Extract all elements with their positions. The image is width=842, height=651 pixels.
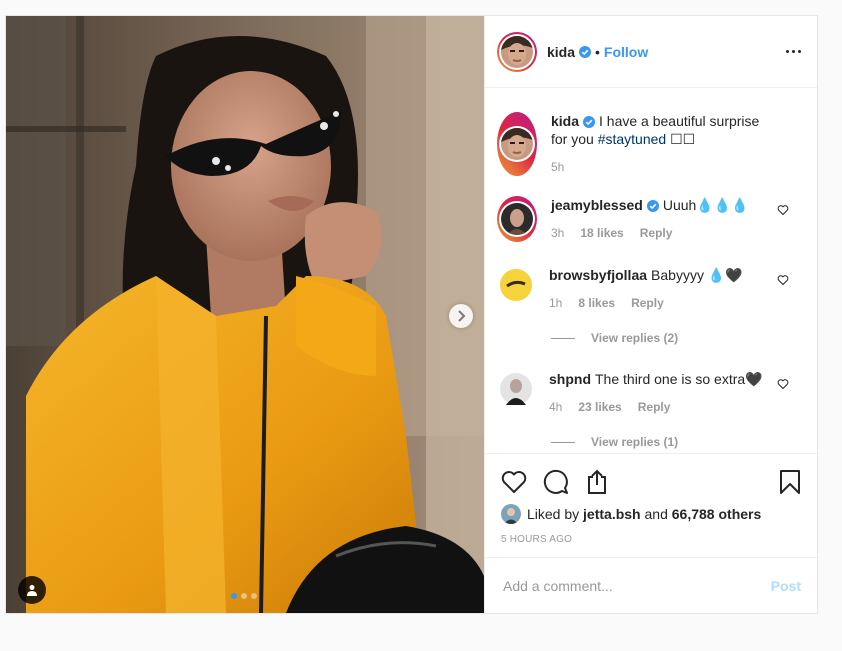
caption-avatar[interactable]: [497, 112, 537, 176]
avatar-image: [500, 269, 532, 301]
bookmark-icon: [780, 470, 800, 494]
comment-avatar[interactable]: [497, 266, 535, 304]
heart-icon[interactable]: [777, 378, 789, 390]
comment-input[interactable]: [501, 576, 771, 595]
more-options-icon[interactable]: [786, 50, 801, 53]
action-bar: [501, 462, 801, 502]
comment-meta: 1h 8 likes Reply: [549, 294, 771, 312]
carousel-indicator: [231, 593, 257, 599]
comment-item: browsbyfjollaa Babyyyy 💧🖤 1h 8 likes Repl…: [497, 266, 805, 312]
replies-divider: [551, 441, 575, 443]
share-icon: [588, 469, 606, 494]
post-side-panel: kida • Follow kida I have a beautiful su…: [484, 16, 817, 613]
comment-body: shpnd The third one is so extra🖤 4h 23 li…: [549, 370, 771, 416]
likes-prefix: Liked by: [527, 506, 580, 522]
author-name-row: kida • Follow: [547, 44, 786, 60]
replies-divider: [551, 337, 575, 339]
liker-username[interactable]: jetta.bsh: [583, 506, 641, 522]
comment-item: jeamyblessed Uuuh💧💧💧 3h 18 likes Reply: [497, 196, 805, 242]
comment-time[interactable]: 4h: [549, 398, 562, 416]
carousel-dot: [241, 593, 247, 599]
comment-time[interactable]: 3h: [551, 224, 564, 242]
comment-body: jeamyblessed Uuuh💧💧💧 3h 18 likes Reply: [551, 196, 773, 242]
comment-reply-button[interactable]: Reply: [640, 224, 673, 242]
verified-icon: [646, 200, 659, 212]
comment-text: Uuuh💧💧💧: [662, 197, 749, 213]
comment-button[interactable]: [543, 469, 569, 495]
comment-meta: 4h 23 likes Reply: [549, 398, 771, 416]
heart-icon: [501, 471, 527, 493]
comment-icon: [543, 469, 568, 494]
caption: kida I have a beautiful surprise for you …: [497, 112, 805, 176]
comment-likes[interactable]: 23 likes: [578, 398, 621, 416]
author-username[interactable]: kida: [547, 44, 575, 60]
follow-button[interactable]: Follow: [604, 44, 648, 60]
comment-item: shpnd The third one is so extra🖤 4h 23 li…: [497, 370, 805, 416]
likes-others[interactable]: 66,788 others: [672, 506, 762, 522]
avatar-image: [501, 504, 521, 524]
author-avatar[interactable]: [497, 31, 537, 72]
comments-list[interactable]: kida I have a beautiful surprise for you …: [485, 88, 817, 453]
carousel-dot: [251, 593, 257, 599]
comment-time[interactable]: 1h: [549, 294, 562, 312]
avatar-image: [501, 203, 533, 235]
comment-meta: 3h 18 likes Reply: [551, 224, 773, 242]
user-tag-icon: [27, 585, 37, 596]
verified-icon: [579, 45, 592, 58]
comment-text: Babyyyy 💧🖤: [651, 267, 743, 283]
post-comment-button[interactable]: Post: [771, 578, 801, 594]
comment-text: The third one is so extra🖤: [595, 371, 763, 387]
post-photo[interactable]: [6, 16, 484, 613]
liker-avatar[interactable]: [501, 504, 521, 524]
share-button[interactable]: [585, 469, 609, 495]
avatar-image: [501, 128, 533, 160]
user-tag-button[interactable]: [18, 576, 46, 604]
comment-username[interactable]: browsbyfjollaa: [549, 267, 647, 283]
post-actions: Liked by jetta.bsh and 66,788 others 5 H…: [485, 453, 817, 557]
comment-avatar[interactable]: [497, 196, 537, 242]
comment-username[interactable]: jeamyblessed: [551, 197, 643, 213]
comment-reply-button[interactable]: Reply: [631, 294, 664, 312]
heart-icon[interactable]: [777, 204, 789, 216]
comment-reply-button[interactable]: Reply: [638, 398, 671, 416]
comment-username[interactable]: shpnd: [549, 371, 591, 387]
avatar-image: [501, 35, 533, 68]
separator-bullet: •: [595, 43, 600, 60]
photo-image: [6, 16, 484, 613]
save-button[interactable]: [779, 469, 801, 495]
add-comment-bar: Post: [485, 557, 817, 613]
like-button[interactable]: [501, 470, 527, 494]
caption-emoji: ☐☐: [670, 131, 696, 147]
heart-icon[interactable]: [777, 274, 789, 286]
chevron-right-icon: [458, 310, 466, 322]
view-replies-button[interactable]: View replies (1): [551, 435, 678, 449]
likes-connector: and: [644, 506, 668, 522]
carousel-dot: [231, 593, 237, 599]
next-photo-button[interactable]: [449, 304, 473, 328]
caption-hashtag[interactable]: #staytuned: [598, 131, 667, 147]
view-replies-label: View replies (1): [591, 435, 679, 449]
comment-body: browsbyfjollaa Babyyyy 💧🖤 1h 8 likes Repl…: [549, 266, 771, 312]
caption-time[interactable]: 5h: [551, 158, 564, 176]
comment-avatar[interactable]: [497, 370, 535, 408]
comment-likes[interactable]: 8 likes: [578, 294, 615, 312]
caption-meta: 5h: [551, 158, 773, 176]
post-timestamp[interactable]: 5 HOURS AGO: [501, 534, 801, 545]
comment-likes[interactable]: 18 likes: [580, 224, 623, 242]
view-replies-label: View replies (2): [591, 331, 679, 345]
post-header: kida • Follow: [485, 16, 817, 88]
likes-summary: Liked by jetta.bsh and 66,788 others: [501, 504, 801, 524]
caption-username[interactable]: kida: [551, 113, 579, 129]
avatar-image: [500, 373, 532, 405]
post-card: kida • Follow kida I have a beautiful su…: [5, 15, 818, 614]
caption-body: kida I have a beautiful surprise for you …: [551, 112, 773, 176]
view-replies-button[interactable]: View replies (2): [551, 331, 678, 345]
verified-icon: [583, 116, 596, 128]
